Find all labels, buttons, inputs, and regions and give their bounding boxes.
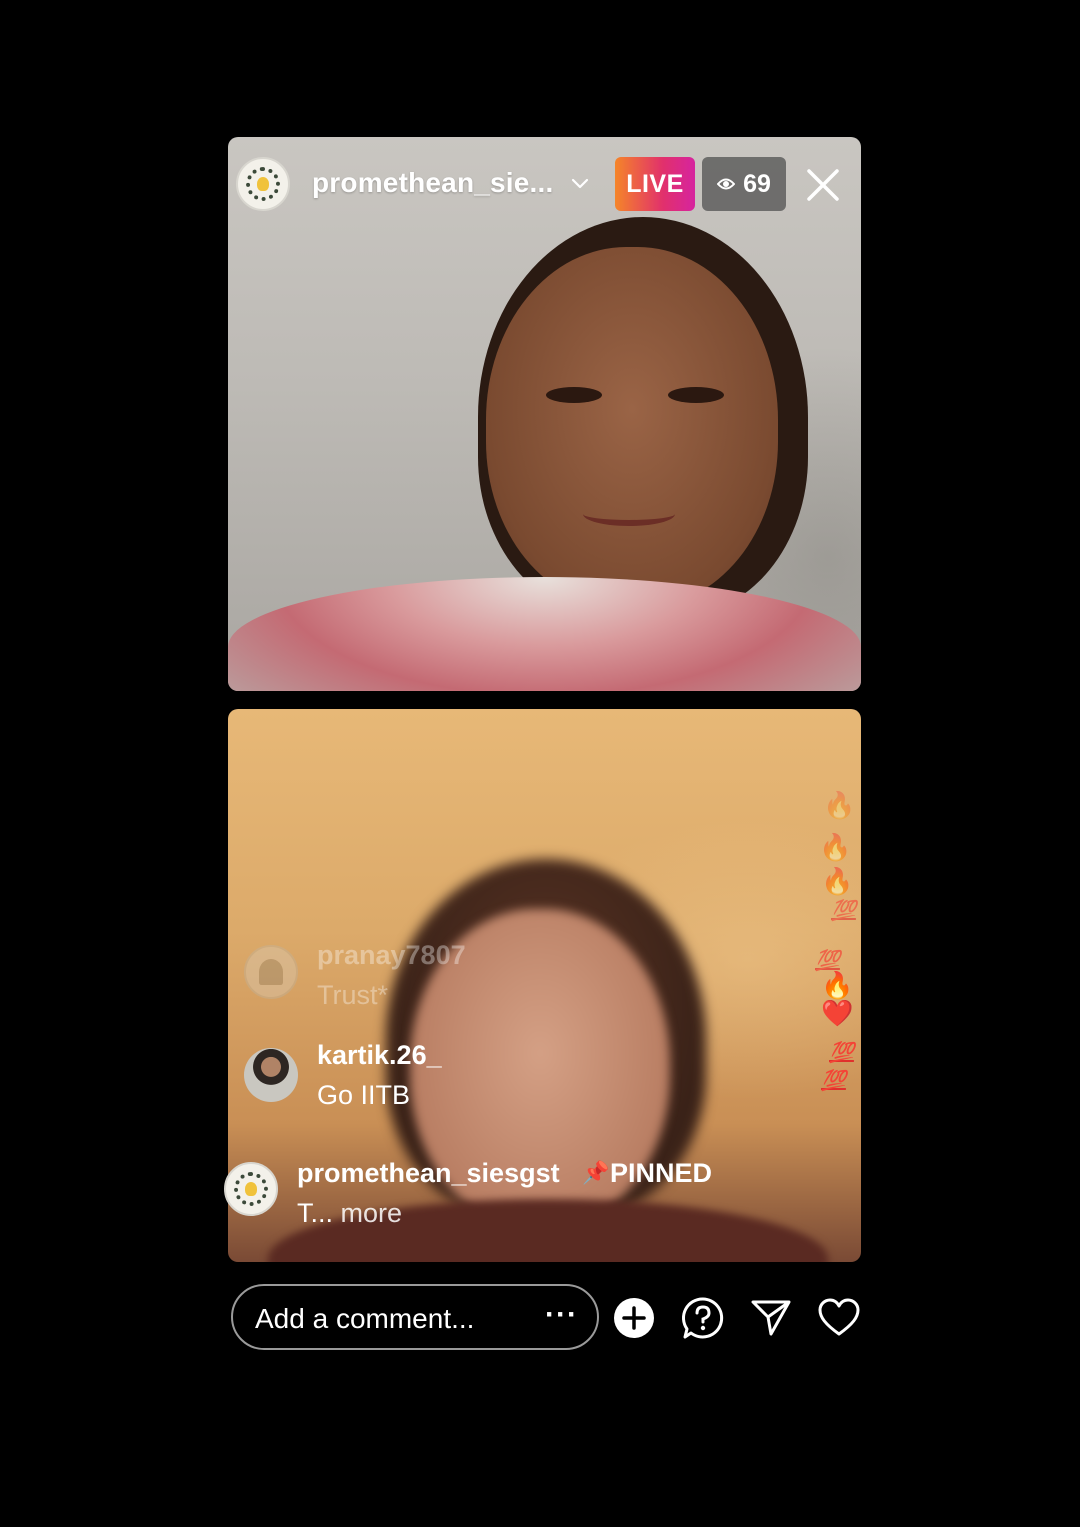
pinned-avatar[interactable]: [224, 1162, 278, 1216]
pinned-label: PINNED: [610, 1158, 713, 1188]
comment-text: Go IITB: [317, 1080, 411, 1110]
comment-text: Trust*: [317, 980, 389, 1010]
live-stream-screen: promethean_sie... LIVE 69 pranay7807 Tru…: [0, 0, 1080, 1527]
live-header: promethean_sie... LIVE 69: [228, 137, 861, 232]
fire-emoji: 🔥: [819, 832, 852, 862]
host-face: [486, 247, 778, 607]
pinned-comment[interactable]: promethean_siesgst 📌 PINNED T... more: [224, 1158, 844, 1228]
host-eye: [546, 387, 602, 403]
reactions-stream: 🔥 🔥 🔥 💯 💯 🔥 ❤️ 💯 💯: [815, 790, 865, 1110]
promethean-logo-icon: [234, 1172, 268, 1206]
heart-icon[interactable]: [817, 1296, 861, 1340]
eye-icon: [717, 178, 736, 190]
host-shirt: [228, 577, 861, 691]
host-mouth: [583, 502, 675, 526]
question-icon[interactable]: [681, 1296, 725, 1340]
comment-username[interactable]: kartik.26_: [317, 1040, 442, 1071]
bell-logo-icon: [259, 959, 283, 985]
hundred-emoji: 💯: [821, 1070, 846, 1092]
promethean-logo-icon: [246, 167, 280, 201]
host-eye: [668, 387, 724, 403]
pin-icon: 📌: [582, 1160, 610, 1185]
hundred-emoji: 💯: [829, 1042, 854, 1064]
comment-input-box[interactable]: ···: [231, 1284, 599, 1350]
send-icon[interactable]: [749, 1296, 793, 1340]
pinned-username[interactable]: promethean_siesgst: [297, 1158, 560, 1189]
viewer-count: 69: [743, 169, 771, 198]
heart-emoji: ❤️: [821, 998, 854, 1028]
live-badge: LIVE: [615, 157, 695, 211]
add-icon[interactable]: [612, 1296, 656, 1340]
fire-emoji: 🔥: [821, 866, 854, 896]
host-avatar[interactable]: [236, 157, 290, 211]
hundred-emoji: 💯: [831, 900, 856, 922]
pinned-text-preview: T...: [297, 1198, 334, 1228]
comment-input[interactable]: [253, 1298, 537, 1340]
viewer-count-badge[interactable]: 69: [702, 157, 786, 211]
fire-emoji: 🔥: [823, 790, 856, 820]
more-link[interactable]: more: [341, 1198, 403, 1228]
commenter-avatar[interactable]: [244, 945, 298, 999]
fire-emoji: 🔥: [821, 970, 854, 1000]
more-options-button[interactable]: ···: [545, 1298, 578, 1332]
comment-username[interactable]: pranay7807: [317, 940, 466, 971]
commenter-avatar[interactable]: [244, 1048, 298, 1102]
pinned-text: T... more: [297, 1198, 402, 1229]
close-icon[interactable]: [805, 167, 841, 203]
host-username[interactable]: promethean_sie...: [312, 167, 553, 199]
chevron-down-icon[interactable]: [571, 175, 589, 193]
